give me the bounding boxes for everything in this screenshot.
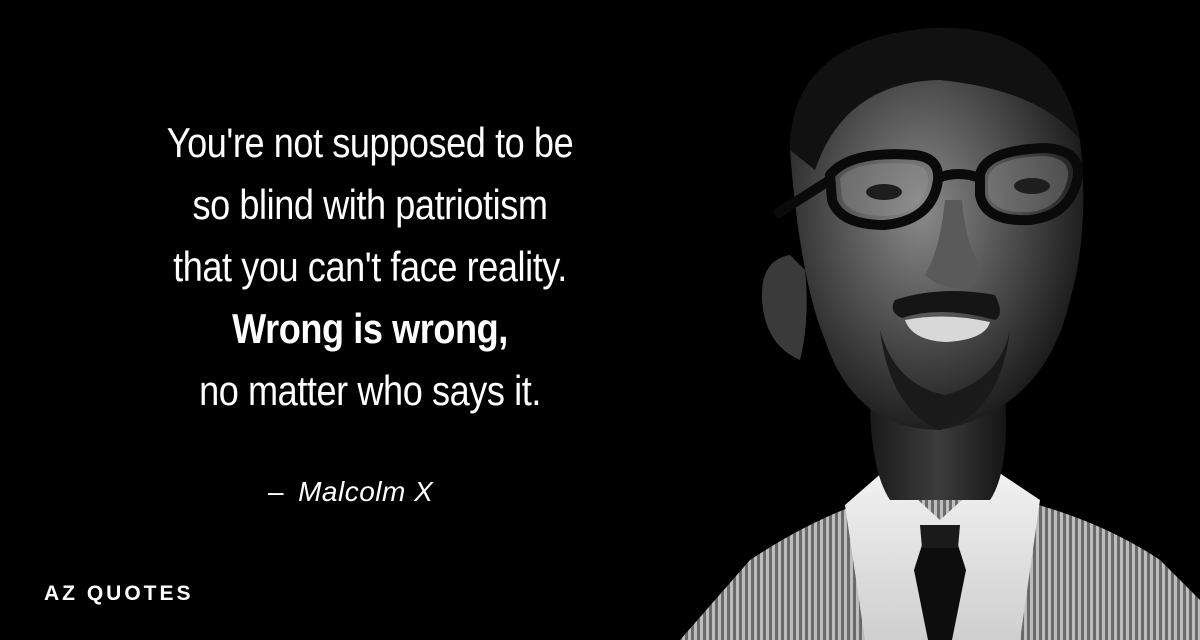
quote-line-4-emphasis: Wrong is wrong, [232, 305, 508, 352]
attribution-dash: – [268, 476, 285, 507]
quote-line-1: You're not supposed to be [166, 119, 574, 166]
quote-line-3: that you can't face reality. [173, 243, 567, 290]
brand-logo: AZ QUOTES [44, 582, 194, 605]
quote-text: You're not supposed to be so blind with … [103, 112, 636, 422]
man-portrait-photo [680, 27, 1200, 640]
quote-line-5: no matter who says it. [199, 367, 541, 414]
quote-attribution: – Malcolm X [268, 476, 433, 508]
quote-line-2: so blind with patriotism [192, 181, 548, 228]
author-name: Malcolm X [298, 476, 434, 507]
quote-card: You're not supposed to be so blind with … [0, 0, 1200, 640]
